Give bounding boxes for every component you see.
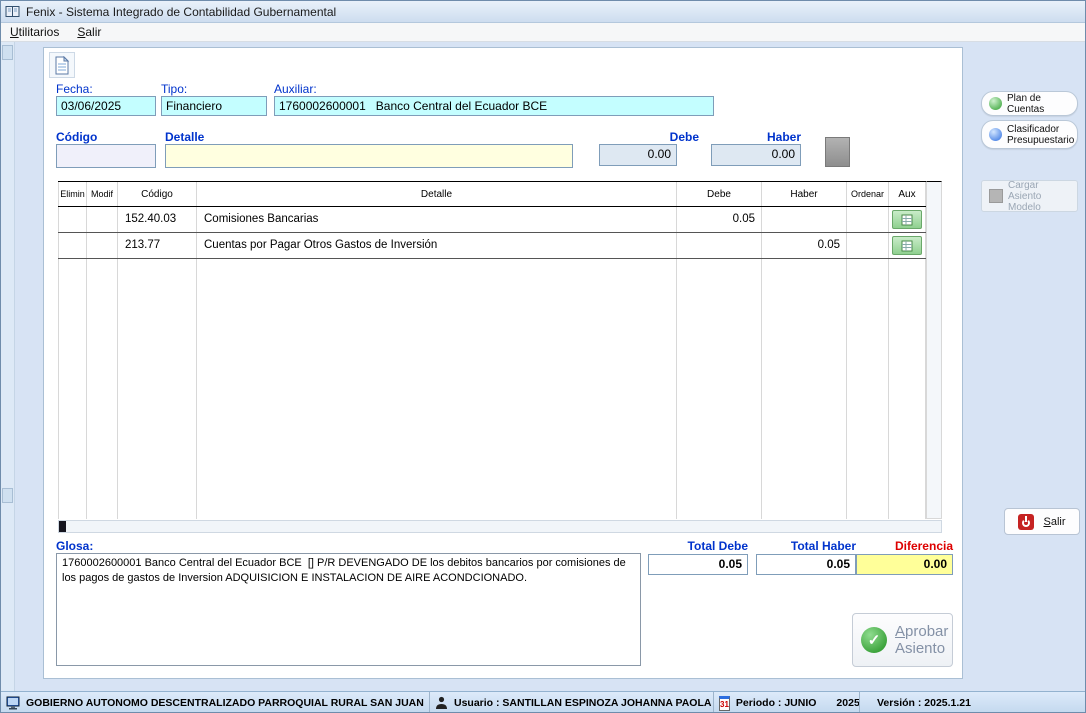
entries-table: Elimin Modif Código Detalle Debe Haber O… <box>58 181 926 519</box>
auxiliar-label: Auxiliar: <box>274 82 317 96</box>
cell-detalle: Cuentas por Pagar Otros Gastos de Invers… <box>197 233 677 258</box>
header-haber: Haber <box>762 182 847 206</box>
auxiliar-input[interactable] <box>274 96 714 116</box>
cell-modif[interactable] <box>87 233 118 258</box>
plan-de-cuentas-button[interactable]: Plan de Cuentas <box>981 91 1078 116</box>
periodo-text: Periodo : JUNIO <box>736 697 817 709</box>
cell-elimin[interactable] <box>58 233 87 258</box>
debe-field: 0.00 <box>599 144 677 166</box>
plan-de-cuentas-label: Plan de Cuentas <box>1007 93 1070 115</box>
version-text: Versión : 2025.1.21 <box>877 697 971 709</box>
new-document-icon <box>54 56 70 75</box>
power-icon <box>1018 514 1034 530</box>
glosa-label: Glosa: <box>56 539 93 553</box>
codigo-label: Código <box>56 130 97 144</box>
plan-de-cuentas-icon <box>989 97 1002 110</box>
cell-codigo: 213.77 <box>118 233 197 258</box>
header-modif: Modif <box>87 182 118 206</box>
cargar-asiento-label: Cargar Asiento Modelo <box>1008 180 1070 213</box>
title-bar: Fenix - Sistema Integrado de Contabilida… <box>1 1 1085 23</box>
diferencia-field: 0.00 <box>856 554 953 575</box>
clasificador-icon <box>989 128 1002 141</box>
haber-label: Haber <box>711 130 801 144</box>
grid-icon <box>901 214 913 226</box>
status-bar: GOBIERNO AUTONOMO DESCENTRALIZADO PARROQ… <box>1 691 1085 713</box>
table-empty-area <box>58 259 926 519</box>
splitter-grip-bottom[interactable] <box>2 488 13 503</box>
grid-icon <box>901 240 913 252</box>
header-aux: Aux <box>889 182 926 206</box>
fecha-label: Fecha: <box>56 82 93 96</box>
check-icon: ✓ <box>861 627 887 653</box>
status-periodo: 31 Periodo : JUNIO 2025 <box>713 692 859 713</box>
header-debe: Debe <box>677 182 762 206</box>
tipo-input[interactable] <box>161 96 267 116</box>
institution-icon <box>6 696 20 710</box>
tipo-label: Tipo: <box>161 82 187 96</box>
status-entity: GOBIERNO AUTONOMO DESCENTRALIZADO PARROQ… <box>1 692 429 713</box>
detalle-label: Detalle <box>165 130 204 144</box>
user-icon <box>435 696 448 710</box>
add-line-button[interactable] <box>825 137 850 167</box>
calendar-icon: 31 <box>719 696 730 711</box>
cell-ordenar[interactable] <box>847 233 889 258</box>
aux-button[interactable] <box>892 236 922 255</box>
cargar-asiento-icon <box>989 189 1003 203</box>
total-debe-label: Total Debe <box>648 539 748 553</box>
menu-salir[interactable]: Salir <box>68 24 110 40</box>
horizontal-scrollbar[interactable] <box>58 520 942 533</box>
detalle-input[interactable] <box>165 144 573 168</box>
menu-utilitarios[interactable]: Utilitarios <box>1 24 68 40</box>
aprobar-asiento-label: Aprobar Asiento <box>895 623 948 658</box>
debe-label: Debe <box>599 130 699 144</box>
table-row[interactable]: 152.40.03 Comisiones Bancarias 0.05 <box>58 207 926 233</box>
cell-elimin[interactable] <box>58 207 87 232</box>
status-version: Versión : 2025.1.21 <box>859 692 1085 713</box>
user-text: Usuario : SANTILLAN ESPINOZA JOHANNA PAO… <box>454 697 711 709</box>
menu-bar: Utilitarios Salir <box>1 23 1085 42</box>
total-haber-field: 0.05 <box>756 554 856 575</box>
cell-debe: 0.05 <box>677 207 762 232</box>
header-detalle: Detalle <box>197 182 677 206</box>
vertical-scrollbar[interactable] <box>926 181 942 519</box>
table-header-row: Elimin Modif Código Detalle Debe Haber O… <box>58 181 926 207</box>
codigo-input[interactable] <box>56 144 156 168</box>
diferencia-label: Diferencia <box>856 539 953 553</box>
cell-debe <box>677 233 762 258</box>
clasificador-presupuestario-button[interactable]: Clasificador Presupuestario <box>981 120 1078 149</box>
anio-text: 2025 <box>836 697 859 709</box>
total-debe-field: 0.05 <box>648 554 748 575</box>
header-ordenar: Ordenar <box>847 182 889 206</box>
cell-haber <box>762 207 847 232</box>
aprobar-asiento-button[interactable]: ✓ Aprobar Asiento <box>852 613 953 667</box>
table-row[interactable]: 213.77 Cuentas por Pagar Otros Gastos de… <box>58 233 926 259</box>
salir-button[interactable]: Salir <box>1004 508 1080 535</box>
app-window: Fenix - Sistema Integrado de Contabilida… <box>0 0 1086 713</box>
header-codigo: Código <box>118 182 197 206</box>
aux-button[interactable] <box>892 210 922 229</box>
clasificador-label: Clasificador Presupuestario <box>1007 124 1074 146</box>
fecha-input[interactable] <box>56 96 156 116</box>
cell-aux <box>889 207 926 232</box>
total-haber-label: Total Haber <box>756 539 856 553</box>
window-title: Fenix - Sistema Integrado de Contabilida… <box>26 5 336 19</box>
horizontal-scrollbar-thumb[interactable] <box>59 521 66 532</box>
splitter-grip-top[interactable] <box>2 45 13 60</box>
new-document-button[interactable] <box>49 52 75 78</box>
app-icon <box>5 4 20 19</box>
cell-modif[interactable] <box>87 207 118 232</box>
cell-detalle: Comisiones Bancarias <box>197 207 677 232</box>
salir-button-label: Salir <box>1043 516 1065 528</box>
cell-ordenar[interactable] <box>847 207 889 232</box>
haber-field: 0.00 <box>711 144 801 166</box>
cell-haber: 0.05 <box>762 233 847 258</box>
glosa-textarea[interactable]: 1760002600001 Banco Central del Ecuador … <box>56 553 641 666</box>
cargar-asiento-modelo-button[interactable]: Cargar Asiento Modelo <box>981 180 1078 212</box>
entity-text: GOBIERNO AUTONOMO DESCENTRALIZADO PARROQ… <box>26 697 424 709</box>
cell-aux <box>889 233 926 258</box>
header-elimin: Elimin <box>58 182 87 206</box>
cell-codigo: 152.40.03 <box>118 207 197 232</box>
status-user: Usuario : SANTILLAN ESPINOZA JOHANNA PAO… <box>429 692 713 713</box>
left-panel-strip <box>1 42 15 691</box>
